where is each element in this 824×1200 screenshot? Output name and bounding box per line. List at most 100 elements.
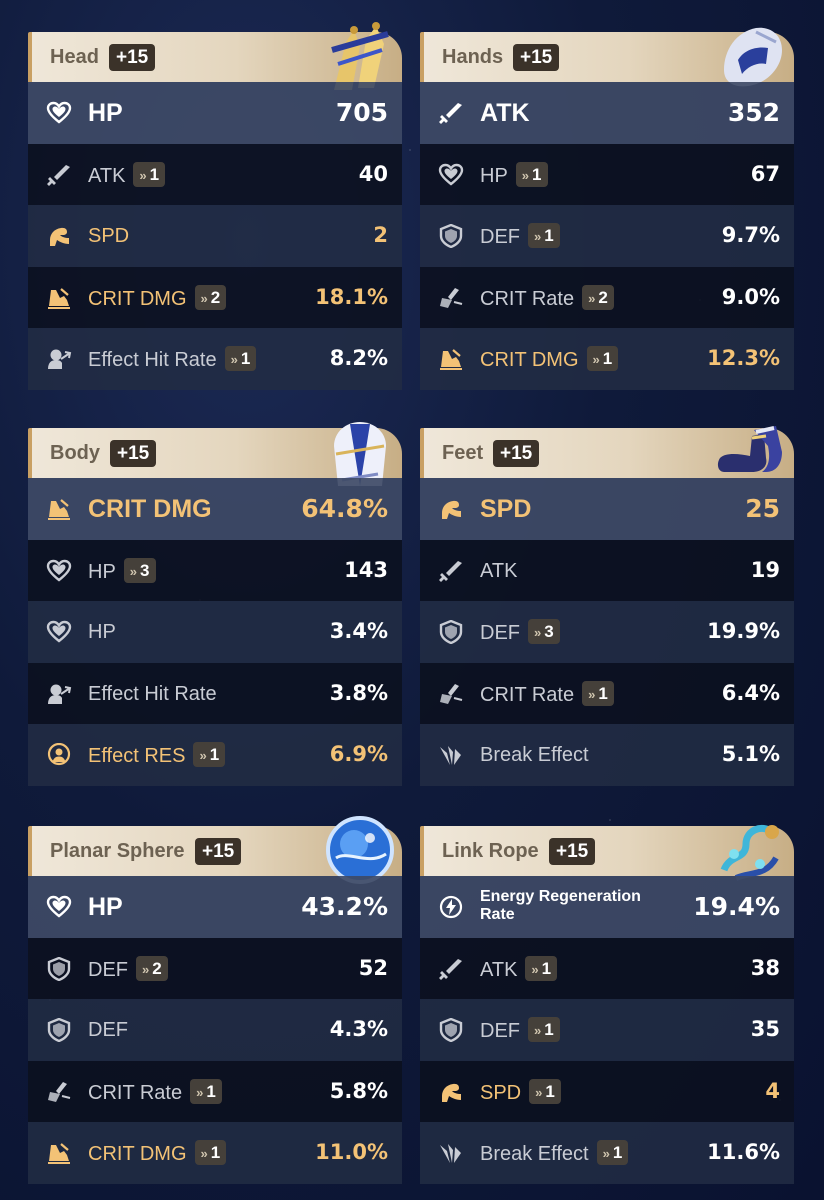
effect-hit-rate-icon xyxy=(46,682,72,706)
roll-chevron-icon: » xyxy=(588,290,596,306)
substat-row: SPD 2 xyxy=(28,205,402,267)
substat-row: Break Effect » 1 11.6% xyxy=(420,1122,794,1184)
atk-icon xyxy=(438,101,464,125)
substat-label: DEF xyxy=(88,958,128,981)
substat-name: Break Effect xyxy=(480,744,589,767)
substat-row: DEF » 2 52 xyxy=(28,937,402,999)
substat-label: HP xyxy=(480,164,508,187)
def-icon xyxy=(46,1017,72,1043)
roll-count-badge: » 1 xyxy=(528,223,560,248)
relic-card-hands: Hands +15 ATK 352 HP» 1 67 DEF» 1 9.7% CRIT Rate» 2… xyxy=(420,27,794,394)
relic-level-badge: +15 xyxy=(493,440,540,467)
roll-count-badge: » 3 xyxy=(123,557,156,583)
substat-value: 38 xyxy=(750,955,780,980)
substat-row: DEF » 1 9.7% xyxy=(420,205,794,267)
main-stat-row: Energy Regeneration Rate 19.4% xyxy=(420,876,794,938)
main-stat-name: HP xyxy=(88,99,123,127)
stat-list: HP 43.2% DEF» 2 52 DEF 4.3% CRIT Rate» 1 5.8% CRIT… xyxy=(28,876,402,1184)
effect-res-icon xyxy=(46,742,72,767)
substat-row: SPD » 1 4 xyxy=(420,1060,794,1122)
atk-icon xyxy=(438,559,464,583)
roll-count-badge: » 1 xyxy=(586,346,619,371)
main-stat-value: 64.8% xyxy=(301,494,388,523)
relic-slot-name: Body xyxy=(50,442,100,464)
substat-name: HP » 3 xyxy=(88,557,156,585)
substat-name: SPD xyxy=(88,225,129,248)
substat-row: ATK 19 xyxy=(420,539,794,601)
substat-value: 3.4% xyxy=(329,619,388,643)
relic-level-badge: +15 xyxy=(195,838,242,865)
relic-header: Planar Sphere +15 xyxy=(28,816,402,884)
substat-value: 35 xyxy=(750,1017,780,1041)
spd-icon xyxy=(438,1080,464,1104)
stat-list: ATK 352 HP» 1 67 DEF» 1 9.7% CRIT Rate» 2 9.0% CRIT… xyxy=(420,82,794,390)
crit-dmg-icon xyxy=(438,347,464,371)
relic-slot-name: Feet xyxy=(442,442,484,464)
substat-name: DEF » 2 xyxy=(88,955,168,983)
substat-label: HP xyxy=(88,621,116,643)
roll-count-badge: » 2 xyxy=(582,284,614,310)
hp-icon xyxy=(46,559,72,583)
substat-label: Break Effect xyxy=(480,1142,589,1165)
roll-count-badge: » 1 xyxy=(224,346,257,371)
substat-row: DEF » 1 35 xyxy=(420,999,794,1061)
substat-value: 19.9% xyxy=(707,619,780,643)
substat-value: 6.9% xyxy=(329,742,388,766)
substat-label: HP xyxy=(88,560,116,583)
roll-count-badge: » 1 xyxy=(193,742,226,767)
main-stat-name: ATK xyxy=(480,99,530,127)
roll-chevron-icon: » xyxy=(200,1146,208,1161)
substat-row: CRIT Rate » 1 6.4% xyxy=(420,662,794,724)
substat-row: CRIT DMG » 2 18.1% xyxy=(28,266,402,328)
relic-header: Feet +15 xyxy=(420,426,794,478)
substat-value: 5.8% xyxy=(329,1078,388,1103)
roll-count-badge: » 2 xyxy=(136,955,168,981)
roll-count: 1 xyxy=(612,1143,623,1162)
hp-icon xyxy=(438,163,464,187)
roll-count: 1 xyxy=(240,349,251,368)
substat-name: Effect Hit Rate xyxy=(88,683,217,706)
substat-value: 6.4% xyxy=(721,680,780,705)
substat-value: 19 xyxy=(750,557,780,582)
substat-label: CRIT DMG xyxy=(88,287,187,310)
substat-row: CRIT Rate » 2 9.0% xyxy=(420,266,794,328)
roll-chevron-icon: » xyxy=(592,352,600,367)
stat-list: Energy Regeneration Rate 19.4% ATK» 1 38 DEF»… xyxy=(420,876,794,1184)
atk-icon xyxy=(438,957,464,981)
substat-value: 8.2% xyxy=(329,346,388,370)
substat-label: ATK xyxy=(480,559,518,582)
roll-chevron-icon: » xyxy=(199,748,207,763)
crit-dmg-icon xyxy=(46,497,72,521)
substat-value: 67 xyxy=(750,161,780,186)
substat-name: ATK » 1 xyxy=(88,161,166,189)
main-stat-name: SPD xyxy=(480,495,532,523)
substat-label: Effect Hit Rate xyxy=(88,682,217,705)
roll-count: 1 xyxy=(602,349,613,368)
roll-count: 1 xyxy=(209,745,220,764)
substat-label: DEF xyxy=(480,225,520,248)
roll-count-badge: » 1 xyxy=(190,1078,222,1104)
crit-dmg-icon xyxy=(46,286,72,310)
relic-header: Hands +15 xyxy=(420,27,794,87)
main-stat-value: 43.2% xyxy=(301,892,388,921)
substat-value: 3.8% xyxy=(329,680,388,705)
spd-icon xyxy=(438,497,464,521)
substat-value: 40 xyxy=(358,161,388,186)
relic-card-head: Head +15 HP 705 ATK» 1 40 SPD 2 CRIT DMG» 2 18.1% Ef… xyxy=(28,22,402,394)
substat-value: 4 xyxy=(765,1078,780,1103)
roll-count-badge: » 1 xyxy=(525,955,558,981)
roll-count: 3 xyxy=(140,560,150,580)
substat-row: DEF » 3 19.9% xyxy=(420,601,794,663)
substat-label: SPD xyxy=(88,225,130,247)
roll-chevron-icon: » xyxy=(129,563,138,579)
roll-chevron-icon: » xyxy=(602,1146,610,1161)
hp-icon xyxy=(46,620,72,644)
substat-row: ATK » 1 40 xyxy=(28,143,402,205)
substat-label: CRIT Rate xyxy=(88,1081,183,1104)
roll-count-badge: » 3 xyxy=(528,619,560,644)
roll-count: 2 xyxy=(598,287,608,307)
crit-dmg-icon xyxy=(46,1141,72,1165)
substat-name: CRIT DMG » 1 xyxy=(480,346,619,373)
substat-name: DEF » 3 xyxy=(480,619,560,646)
roll-count: 1 xyxy=(544,226,554,245)
